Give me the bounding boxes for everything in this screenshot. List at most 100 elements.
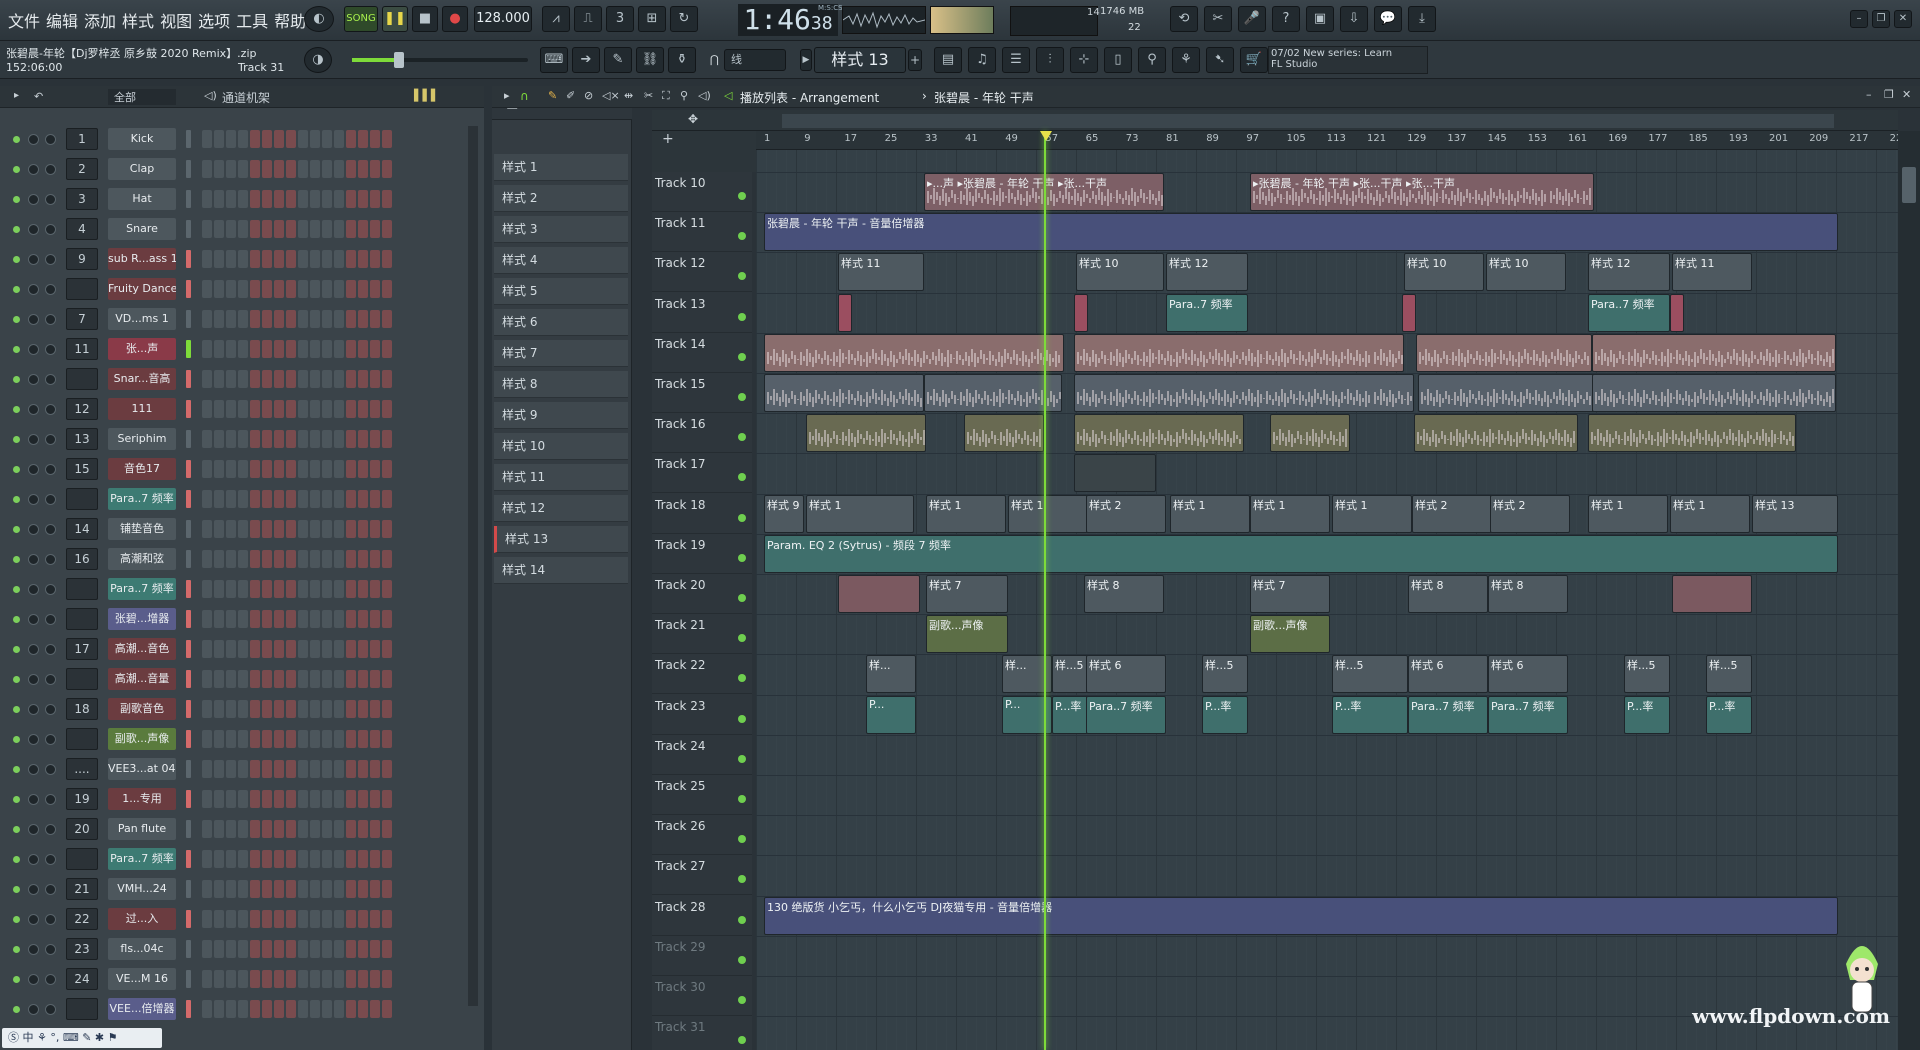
channel-step-sequencer[interactable] bbox=[202, 430, 392, 448]
step-button[interactable] bbox=[334, 490, 344, 508]
clip[interactable] bbox=[1416, 333, 1592, 372]
step-button[interactable] bbox=[298, 460, 308, 478]
step-button[interactable] bbox=[358, 670, 368, 688]
step-button[interactable] bbox=[346, 220, 356, 238]
cart-icon[interactable]: 🛒 bbox=[1240, 47, 1268, 73]
step-button[interactable] bbox=[286, 640, 296, 658]
channel-step-sequencer[interactable] bbox=[202, 580, 392, 598]
channel-name-button[interactable]: 过...入 bbox=[108, 908, 176, 930]
channel-row[interactable]: 11 张...声 bbox=[0, 334, 484, 364]
step-button[interactable] bbox=[358, 850, 368, 868]
step-button[interactable] bbox=[382, 970, 392, 988]
step-button[interactable] bbox=[298, 400, 308, 418]
step-button[interactable] bbox=[202, 700, 212, 718]
clip[interactable] bbox=[1588, 414, 1796, 453]
step-button[interactable] bbox=[238, 430, 248, 448]
step-button[interactable] bbox=[226, 130, 236, 148]
step-button[interactable] bbox=[298, 610, 308, 628]
step-button[interactable] bbox=[310, 490, 320, 508]
step-button[interactable] bbox=[370, 970, 380, 988]
step-button[interactable] bbox=[310, 520, 320, 538]
step-button[interactable] bbox=[310, 700, 320, 718]
step-button[interactable] bbox=[262, 880, 272, 898]
channel-volume-knob-icon[interactable] bbox=[45, 524, 56, 535]
channel-mixer-track[interactable]: 4 bbox=[66, 218, 98, 240]
step-button[interactable] bbox=[202, 730, 212, 748]
step-button[interactable] bbox=[370, 430, 380, 448]
channel-pan-knob-icon[interactable] bbox=[28, 224, 39, 235]
step-button[interactable] bbox=[298, 250, 308, 268]
track-active-led[interactable] bbox=[738, 473, 746, 482]
channel-mute-led[interactable] bbox=[13, 256, 20, 263]
step-button[interactable] bbox=[238, 190, 248, 208]
step-button[interactable] bbox=[238, 880, 248, 898]
clip[interactable] bbox=[924, 374, 1062, 412]
channel-mute-led[interactable] bbox=[13, 1006, 20, 1013]
step-button[interactable] bbox=[250, 490, 260, 508]
step-button[interactable] bbox=[382, 790, 392, 808]
channel-mute-led[interactable] bbox=[13, 316, 20, 323]
channel-mixer-track[interactable]: 9 bbox=[66, 248, 98, 270]
track-header[interactable]: Track 27 bbox=[652, 855, 752, 896]
step-button[interactable] bbox=[262, 400, 272, 418]
step-button[interactable] bbox=[298, 340, 308, 358]
step-button[interactable] bbox=[274, 730, 284, 748]
mute-tool-icon[interactable]: ◁× bbox=[602, 89, 620, 102]
step-button[interactable] bbox=[238, 400, 248, 418]
channel-mixer-track[interactable]: 23 bbox=[66, 938, 98, 960]
channel-step-sequencer[interactable] bbox=[202, 400, 392, 418]
step-button[interactable] bbox=[214, 280, 224, 298]
channel-pan-knob-icon[interactable] bbox=[28, 794, 39, 805]
channel-volume-knob-icon[interactable] bbox=[45, 644, 56, 655]
menu-options[interactable]: 选项 bbox=[196, 8, 232, 32]
step-button[interactable] bbox=[226, 340, 236, 358]
clip-t23h[interactable]: Para..7 频率 bbox=[1488, 695, 1568, 734]
track-active-led[interactable] bbox=[738, 232, 746, 241]
step-button[interactable] bbox=[382, 250, 392, 268]
step-button[interactable] bbox=[238, 670, 248, 688]
step-button[interactable] bbox=[334, 970, 344, 988]
select-tool-icon[interactable]: ⛶ bbox=[662, 89, 670, 103]
step-button[interactable] bbox=[370, 460, 380, 478]
step-button[interactable] bbox=[358, 1000, 368, 1018]
clip-t19[interactable]: Param. EQ 2 (Sytrus) - 频段 7 频率 bbox=[764, 534, 1838, 573]
channel-pan-knob-icon[interactable] bbox=[28, 434, 39, 445]
step-button[interactable] bbox=[370, 220, 380, 238]
step-button[interactable] bbox=[202, 610, 212, 628]
step-button[interactable] bbox=[370, 910, 380, 928]
channel-row[interactable]: 张碧...增器 bbox=[0, 604, 484, 634]
channel-mixer-track[interactable]: .... bbox=[66, 758, 98, 780]
step-button[interactable] bbox=[202, 850, 212, 868]
step-button[interactable] bbox=[298, 430, 308, 448]
step-button[interactable] bbox=[202, 460, 212, 478]
step-button[interactable] bbox=[382, 730, 392, 748]
step-button[interactable] bbox=[322, 400, 332, 418]
step-button[interactable] bbox=[382, 880, 392, 898]
step-button[interactable] bbox=[226, 190, 236, 208]
channel-name-button[interactable]: 铺垫音色 bbox=[108, 518, 176, 540]
channel-step-sequencer[interactable] bbox=[202, 280, 392, 298]
channel-select-meter[interactable] bbox=[186, 250, 191, 268]
step-button[interactable] bbox=[274, 280, 284, 298]
track-active-led[interactable] bbox=[738, 795, 746, 803]
step-button[interactable] bbox=[274, 460, 284, 478]
clip[interactable] bbox=[1418, 374, 1598, 412]
channel-pan-knob-icon[interactable] bbox=[28, 734, 39, 745]
step-button[interactable] bbox=[202, 1000, 212, 1018]
step-button[interactable] bbox=[202, 400, 212, 418]
channel-mute-led[interactable] bbox=[13, 196, 20, 203]
step-button[interactable] bbox=[262, 310, 272, 328]
track-header[interactable]: Track 14 bbox=[652, 333, 752, 373]
step-button[interactable] bbox=[202, 190, 212, 208]
step-button[interactable] bbox=[274, 610, 284, 628]
step-button[interactable] bbox=[214, 340, 224, 358]
step-button[interactable] bbox=[262, 820, 272, 838]
step-button[interactable] bbox=[346, 430, 356, 448]
step-button[interactable] bbox=[358, 610, 368, 628]
step-button[interactable] bbox=[262, 430, 272, 448]
step-button[interactable] bbox=[322, 250, 332, 268]
step-button[interactable] bbox=[274, 310, 284, 328]
overview-scroll-thumb[interactable] bbox=[782, 114, 1834, 128]
step-button[interactable] bbox=[238, 760, 248, 778]
pattern-item[interactable]: 样式 9 bbox=[494, 402, 628, 429]
